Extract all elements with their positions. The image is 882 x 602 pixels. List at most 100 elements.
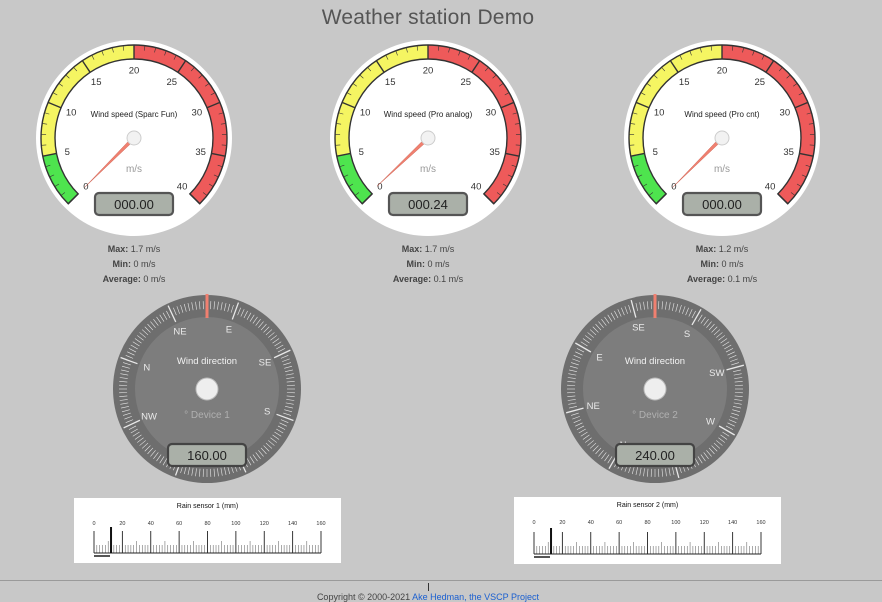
footer-marker	[428, 583, 429, 591]
rain-tick-label: 100	[231, 521, 240, 527]
tick-label: 40	[765, 182, 776, 193]
min-label: Min:	[112, 259, 131, 269]
compass-hub	[643, 377, 667, 401]
heading-display-text: 240.00	[635, 448, 675, 463]
rain-tick-label: 20	[119, 521, 125, 527]
rain-tick-label: 0	[532, 520, 535, 526]
rain-sensor-1: Rain sensor 1 (mm) 0 20 40 60 80 100 120 140 160	[74, 498, 341, 563]
compass-label: SE	[259, 357, 272, 368]
rain-tick-label: 0	[92, 521, 95, 527]
tick-label: 40	[471, 182, 482, 193]
wind-stats-2: Max: 1.7 m/s Min: 0 m/s Average: 0.1 m/s	[328, 242, 528, 287]
rain-tick-label: 60	[616, 520, 622, 526]
rain-tick-label: 120	[260, 521, 269, 527]
copyright-text: Copyright © 2000-2021	[316, 592, 413, 602]
rain-sensor-2: Rain sensor 2 (mm) 0 20 40 60 80 100 120 140 160	[514, 497, 781, 564]
tick-label: 0	[671, 182, 676, 193]
wind-direction-compass-2: NNEESESSWWNWWind direction° Device 2240.…	[560, 294, 750, 484]
tick-label: 15	[91, 77, 102, 88]
tick-label: 35	[195, 147, 206, 158]
compass-label: NE	[173, 326, 186, 337]
tick-label: 15	[385, 77, 396, 88]
compass-label: N	[143, 363, 150, 374]
gauge-unit: m/s	[714, 164, 730, 175]
compass-unit: ° Device 1	[184, 410, 230, 421]
wind-speed-gauge-1: 0 5 10 15 20 25 30 35 40 Wind speed (Sparc Fun) m/…	[34, 38, 234, 238]
direction-pointer	[205, 294, 209, 318]
value-display-text: 000.00	[702, 197, 742, 212]
tick-label: 10	[66, 107, 77, 118]
compass-label: E	[226, 324, 232, 335]
tick-label: 15	[679, 77, 690, 88]
compass-label: NE	[587, 401, 600, 412]
tick-label: 10	[360, 107, 371, 118]
tick-label: 5	[65, 147, 70, 158]
speed-gauge-svg: 0 5 10 15 20 25 30 35 40 Wind speed (Pro cnt) m/s 0…	[624, 40, 820, 236]
tick-label: 20	[423, 66, 434, 77]
average-label: Average:	[102, 274, 141, 284]
rain-tick-label: 40	[148, 521, 154, 527]
rain-tick-label: 80	[644, 520, 650, 526]
rain-title: Rain sensor 2 (mm)	[617, 502, 678, 509]
wind-speed-gauge-3: 0 5 10 15 20 25 30 35 40 Wind speed (Pro cnt) m/s 0…	[622, 38, 822, 238]
min-label: Min:	[700, 259, 719, 269]
min-label: Min:	[406, 259, 425, 269]
rain-level-marker	[110, 527, 113, 553]
heading-display-text: 160.00	[187, 448, 227, 463]
rain-range-bar	[94, 555, 110, 557]
compass-label: SE	[632, 323, 645, 334]
compass-svg: NNEESESSWWNWWind direction° Device 1160.…	[113, 294, 301, 483]
compass-title: Wind direction	[625, 356, 685, 367]
rain-level-marker	[550, 528, 553, 554]
rain-tick-label: 160	[756, 520, 765, 526]
average-label: Average:	[392, 274, 432, 284]
max-label: Max:	[401, 244, 423, 254]
max-value: 1.2 m/s	[718, 244, 749, 254]
speed-gauge-svg: 0510152025303540Wind speed (Pro analog)m…	[330, 40, 526, 236]
needle-hub	[420, 130, 436, 146]
average-label: Average:	[686, 274, 726, 284]
rain-scale-svg: Rain sensor 1 (mm) 0 20 40 60 80 100 120 140 160	[92, 503, 326, 557]
page-title: Weather station Demo	[321, 6, 535, 29]
wind-direction-compass-1: NNEESESSWWNWWind direction° Device 1160.…	[112, 294, 302, 484]
wind-stats-3: Max: 1.2 m/s Min: 0 m/s Average: 0.1 m/s	[622, 242, 822, 287]
wind-stats-1: Max: 1.7 m/s Min: 0 m/s Average: 0 m/s	[34, 242, 234, 287]
gauge-title: Wind speed (Pro cnt)	[684, 110, 759, 119]
rain-title: Rain sensor 1 (mm)	[177, 503, 238, 510]
min-value: 0 m/s	[721, 259, 744, 269]
vscp-project-link[interactable]: Ake Hedman, the VSCP Project	[412, 592, 539, 602]
average-value: 0 m/s	[143, 274, 166, 284]
footer: Copyright © 2000-2021 Ake Hedman, the VS…	[0, 592, 856, 602]
needle-hub	[714, 130, 730, 146]
tick-label: 25	[166, 77, 177, 88]
tick-label: 20	[129, 66, 140, 77]
rain-tick-label: 40	[588, 520, 594, 526]
rain-tick-label: 100	[671, 520, 680, 526]
max-label: Max:	[107, 244, 129, 254]
tick-label: 30	[192, 107, 203, 118]
rain-tick-label: 120	[700, 520, 709, 526]
compass-title: Wind direction	[177, 356, 237, 367]
rain-tick-label: 80	[204, 521, 210, 527]
compass-label: S	[264, 406, 270, 417]
min-value: 0 m/s	[427, 259, 450, 269]
footer-divider	[0, 580, 882, 581]
tick-label: 25	[460, 77, 471, 88]
gauge-title: Wind speed (Pro analog)	[384, 110, 473, 119]
tick-label: 25	[754, 77, 765, 88]
direction-pointer	[653, 294, 657, 318]
value-display-text: 000.00	[114, 197, 154, 212]
gauge-unit: m/s	[420, 164, 436, 175]
needle-hub	[126, 130, 142, 146]
compass-label: S	[684, 329, 690, 340]
tick-label: 35	[783, 147, 794, 158]
max-label: Max:	[695, 244, 717, 254]
rain-range-bar	[534, 556, 550, 558]
wind-speed-gauge-2: 0 5 10 15 20 25 30 35 40 Wind speed (Pro analog) m…	[328, 38, 528, 238]
rain-tick-label: 20	[559, 520, 565, 526]
compass-svg: NNEESESSWWNWWind direction° Device 2240.…	[561, 294, 749, 483]
tick-label: 30	[780, 107, 791, 118]
speed-gauge-svg: 0 5 10 15 20 25 30 35 40 Wind speed (Sparc Fun) m/…	[36, 40, 232, 236]
compass-hub	[195, 377, 219, 401]
tick-label: 0	[83, 182, 88, 193]
